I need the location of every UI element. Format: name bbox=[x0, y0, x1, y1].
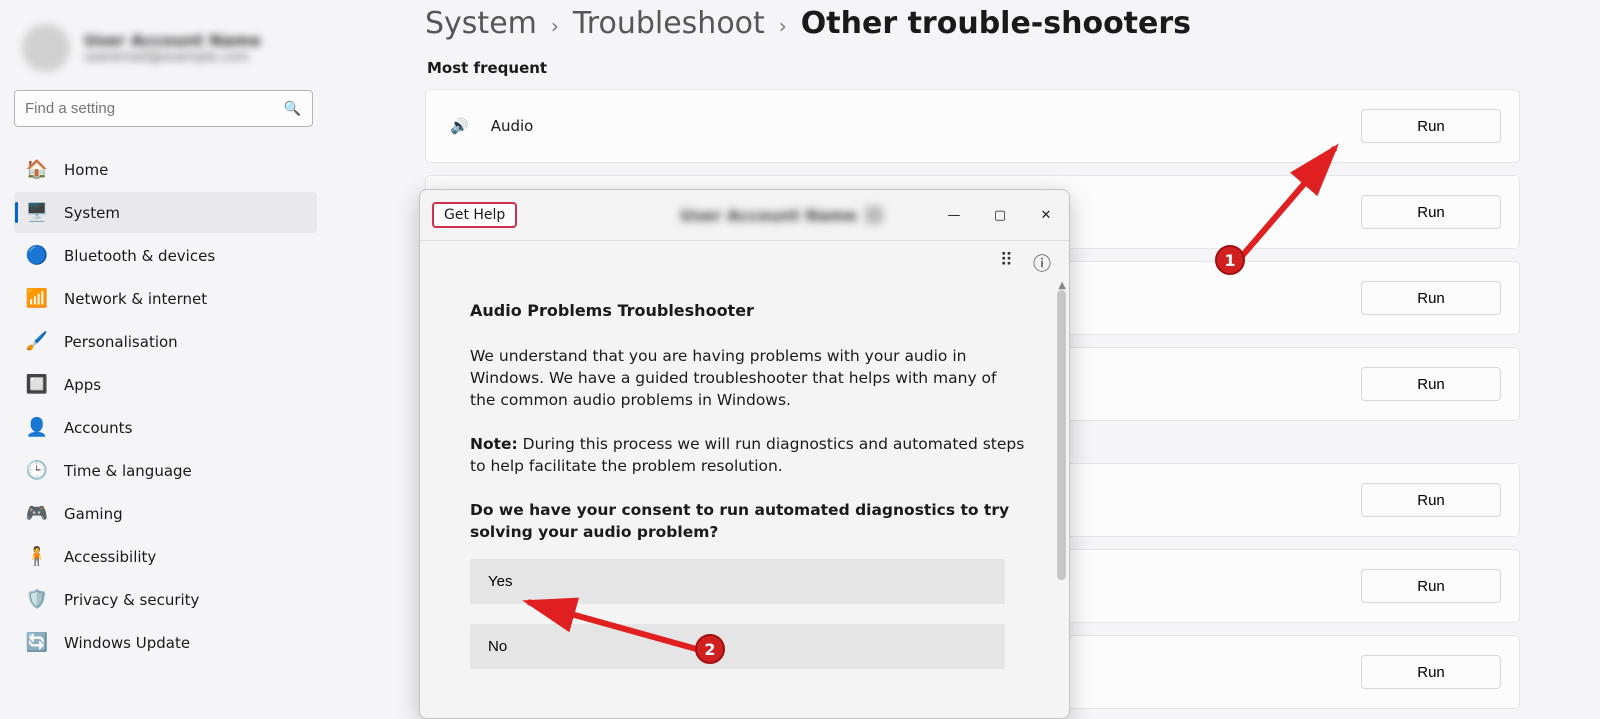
scrollbar[interactable] bbox=[1057, 290, 1066, 580]
sidebar-item-label: Accounts bbox=[64, 419, 132, 437]
sidebar-item-bluetooth[interactable]: 🔵 Bluetooth & devices bbox=[14, 235, 317, 276]
brush-icon: 🖌️ bbox=[26, 331, 48, 352]
crumb-system[interactable]: System bbox=[425, 6, 537, 41]
sidebar-item-time[interactable]: 🕒 Time & language bbox=[14, 450, 317, 491]
sidebar-item-update[interactable]: 🔄 Windows Update bbox=[14, 622, 317, 663]
sidebar-item-label: Gaming bbox=[64, 505, 123, 523]
card-title: Audio bbox=[491, 117, 534, 135]
chevron-right-icon: › bbox=[779, 14, 787, 38]
window-titlebar[interactable]: Get Help User Account Name — ▢ ✕ bbox=[420, 190, 1069, 241]
clock-icon: 🕒 bbox=[26, 460, 48, 481]
shield-icon: 🛡️ bbox=[26, 589, 48, 610]
sidebar-item-label: Windows Update bbox=[64, 634, 190, 652]
modal-heading: Audio Problems Troubleshooter bbox=[470, 300, 1025, 323]
run-button[interactable]: Run bbox=[1361, 655, 1501, 689]
note-label: Note: bbox=[470, 435, 518, 453]
run-button[interactable]: Run bbox=[1361, 483, 1501, 517]
sidebar-item-label: Accessibility bbox=[64, 548, 156, 566]
page-title: Other trouble-shooters bbox=[801, 6, 1191, 41]
person-icon: 👤 bbox=[26, 417, 48, 438]
account-block[interactable]: User Account Name useremail@example.com bbox=[14, 10, 317, 90]
home-icon: 🏠 bbox=[26, 159, 48, 180]
wifi-icon: 📶 bbox=[26, 288, 48, 309]
speaker-icon: 🔊 bbox=[450, 117, 469, 135]
modal-para1: We understand that you are having proble… bbox=[470, 345, 1025, 411]
sidebar-item-label: System bbox=[64, 204, 120, 222]
sidebar-item-label: Personalisation bbox=[64, 333, 178, 351]
sidebar-item-accessibility[interactable]: 🧍 Accessibility bbox=[14, 536, 317, 577]
annotation-badge-1: 1 bbox=[1215, 245, 1245, 275]
run-button-audio[interactable]: Run bbox=[1361, 109, 1501, 143]
accessibility-icon: 🧍 bbox=[26, 546, 48, 567]
settings-sidebar: User Account Name useremail@example.com … bbox=[0, 0, 325, 719]
sidebar-item-label: Time & language bbox=[64, 462, 192, 480]
system-icon: 🖥️ bbox=[26, 202, 48, 223]
close-button[interactable]: ✕ bbox=[1023, 198, 1069, 232]
gamepad-icon: 🎮 bbox=[26, 503, 48, 524]
search-icon: 🔍 bbox=[284, 101, 301, 117]
bluetooth-icon: 🔵 bbox=[26, 245, 48, 266]
crumb-troubleshoot[interactable]: Troubleshoot bbox=[573, 6, 765, 41]
sidebar-item-label: Privacy & security bbox=[64, 591, 199, 609]
sidebar-item-label: Home bbox=[64, 161, 108, 179]
yes-button[interactable]: Yes bbox=[470, 559, 1005, 604]
titlebar-user: User Account Name bbox=[680, 206, 883, 225]
maximize-button[interactable]: ▢ bbox=[977, 198, 1023, 232]
avatar bbox=[22, 24, 70, 72]
info-icon[interactable]: ⓘ bbox=[1033, 250, 1051, 276]
update-icon: 🔄 bbox=[26, 632, 48, 653]
get-help-window: Get Help User Account Name — ▢ ✕ ⠿ ⓘ ▲ A… bbox=[419, 189, 1070, 719]
section-label: Most frequent bbox=[427, 59, 1520, 77]
sidebar-item-home[interactable]: 🏠 Home bbox=[14, 149, 317, 190]
sidebar-item-network[interactable]: 📶 Network & internet bbox=[14, 278, 317, 319]
search-wrap: 🔍 bbox=[14, 90, 313, 127]
run-button[interactable]: Run bbox=[1361, 195, 1501, 229]
modal-body: Audio Problems Troubleshooter We underst… bbox=[470, 300, 1025, 689]
card-audio: 🔊 Audio Run bbox=[425, 89, 1520, 163]
sidebar-item-label: Apps bbox=[64, 376, 101, 394]
account-email: useremail@example.com bbox=[84, 50, 261, 65]
consent-question: Do we have your consent to run automated… bbox=[470, 499, 1025, 543]
sidebar-item-label: Bluetooth & devices bbox=[64, 247, 215, 265]
share-icon[interactable]: ⠿ bbox=[1000, 250, 1013, 276]
account-name: User Account Name bbox=[84, 31, 261, 50]
chevron-right-icon: › bbox=[551, 14, 559, 38]
sidebar-item-label: Network & internet bbox=[64, 290, 207, 308]
run-button[interactable]: Run bbox=[1361, 367, 1501, 401]
no-button[interactable]: No bbox=[470, 624, 1005, 669]
breadcrumb: System › Troubleshoot › Other trouble-sh… bbox=[425, 6, 1520, 41]
run-button[interactable]: Run bbox=[1361, 569, 1501, 603]
apps-icon: 🔲 bbox=[26, 374, 48, 395]
sidebar-item-system[interactable]: 🖥️ System bbox=[14, 192, 317, 233]
annotation-badge-2: 2 bbox=[695, 634, 725, 664]
sidebar-item-gaming[interactable]: 🎮 Gaming bbox=[14, 493, 317, 534]
sidebar-item-personalisation[interactable]: 🖌️ Personalisation bbox=[14, 321, 317, 362]
app-title: Get Help bbox=[432, 202, 517, 228]
note-text: During this process we will run diagnost… bbox=[470, 435, 1024, 475]
run-button[interactable]: Run bbox=[1361, 281, 1501, 315]
sidebar-item-apps[interactable]: 🔲 Apps bbox=[14, 364, 317, 405]
search-input[interactable] bbox=[14, 90, 313, 127]
minimize-button[interactable]: — bbox=[931, 198, 977, 232]
sidebar-item-accounts[interactable]: 👤 Accounts bbox=[14, 407, 317, 448]
sidebar-item-privacy[interactable]: 🛡️ Privacy & security bbox=[14, 579, 317, 620]
